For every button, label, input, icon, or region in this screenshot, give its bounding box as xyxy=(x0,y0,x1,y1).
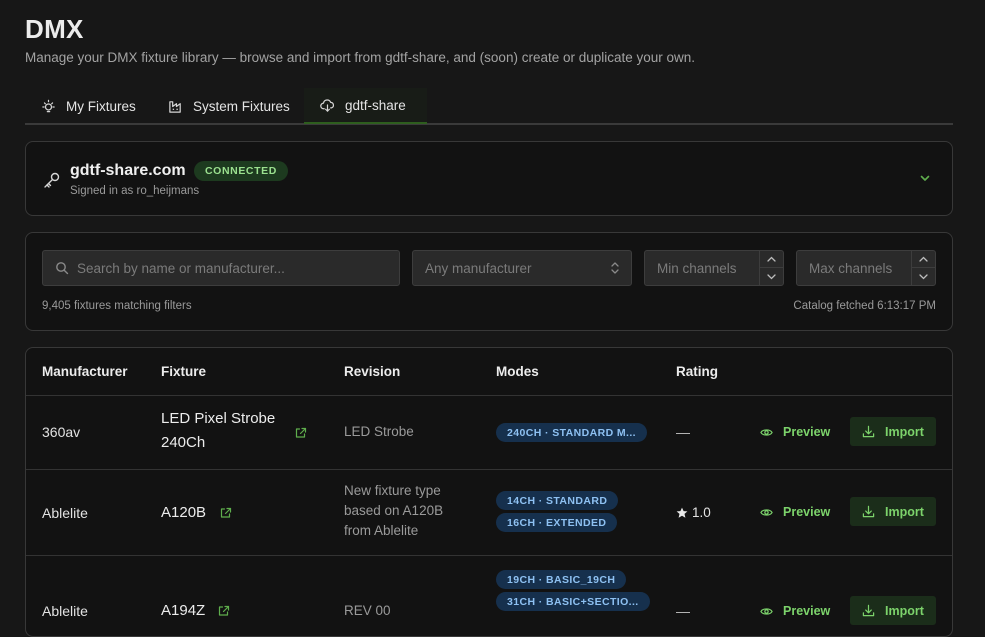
fixture-name-line: LED Pixel Strobe xyxy=(161,410,276,427)
manufacturer-select[interactable]: Any manufacturer xyxy=(412,250,632,286)
fixture-name[interactable]: A120B xyxy=(161,501,206,525)
rating-cell: — xyxy=(676,603,690,619)
page-subtitle: Manage your DMX fixture library — browse… xyxy=(25,50,696,65)
bulb-icon xyxy=(42,99,55,112)
min-channels-input[interactable]: Min channels xyxy=(644,250,784,286)
filters-card: Search by name or manufacturer... Any ma… xyxy=(25,232,953,331)
import-button[interactable]: Import xyxy=(850,417,936,446)
column-header-rating[interactable]: Rating xyxy=(676,364,718,379)
decrement-button[interactable] xyxy=(912,268,935,285)
increment-button[interactable] xyxy=(912,251,935,268)
updown-icon xyxy=(611,262,619,274)
chevron-up-icon xyxy=(919,256,928,262)
mode-badge: 14CH · STANDARD xyxy=(496,491,619,510)
tab-label: My Fixtures xyxy=(66,98,136,114)
eye-icon xyxy=(760,508,773,516)
signed-in-text: Signed in as ro_heijmans xyxy=(70,185,200,197)
star-icon xyxy=(676,507,688,518)
download-icon xyxy=(862,604,875,617)
connection-card[interactable]: gdtf-share.com CONNECTED Signed in as ro… xyxy=(25,141,953,216)
manufacturer-cell: 360av xyxy=(42,424,81,440)
revision-line: based on A120B xyxy=(344,503,444,518)
import-button[interactable]: Import xyxy=(850,497,936,526)
fixture-name-line: A120B xyxy=(161,504,207,521)
revision-line: from Ablelite xyxy=(344,523,419,538)
revision-cell: LED Strobe xyxy=(344,422,414,442)
preview-button[interactable]: Preview xyxy=(760,498,830,526)
tab-label: gdtf-share xyxy=(345,97,406,113)
rating-cell: — xyxy=(676,424,690,440)
mode-badge: 31CH · BASIC+SECTIO... xyxy=(496,592,650,611)
import-button[interactable]: Import xyxy=(850,596,936,625)
fixture-name-line: 240Ch xyxy=(161,434,206,451)
download-icon xyxy=(862,505,875,518)
max-channels-stepper[interactable] xyxy=(911,251,935,285)
max-channels-placeholder: Max channels xyxy=(809,260,893,276)
cloud-download-icon xyxy=(320,98,334,112)
factory-icon xyxy=(169,100,181,113)
search-input[interactable]: Search by name or manufacturer... xyxy=(42,250,400,286)
manufacturer-cell: Ablelite xyxy=(42,603,88,619)
fixture-name[interactable]: LED Pixel Strobe 240Ch xyxy=(161,407,275,455)
chevron-down-icon[interactable] xyxy=(918,171,932,185)
mode-badge: 240CH · STANDARD M... xyxy=(496,423,647,442)
preview-label: Preview xyxy=(783,425,831,439)
import-label: Import xyxy=(885,424,924,439)
revision-line: LED Strobe xyxy=(344,424,414,439)
chevron-down-icon xyxy=(919,273,928,279)
min-channels-placeholder: Min channels xyxy=(657,260,737,276)
tab-system-fixtures[interactable]: System Fixtures xyxy=(168,88,290,124)
search-icon xyxy=(56,262,69,275)
tab-bar: My Fixtures System Fixtures gdtf-share xyxy=(25,88,953,125)
max-channels-input[interactable]: Max channels xyxy=(796,250,936,286)
external-link-icon[interactable] xyxy=(220,507,232,519)
revision-cell: New fixture type based on A120B from Abl… xyxy=(344,481,443,541)
min-channels-stepper[interactable] xyxy=(759,251,783,285)
catalog-fetched: Catalog fetched 6:13:17 PM xyxy=(793,300,936,312)
increment-button[interactable] xyxy=(760,251,783,268)
key-icon xyxy=(44,172,60,188)
column-header-manufacturer[interactable]: Manufacturer xyxy=(42,364,128,379)
revision-line: REV 00 xyxy=(344,603,391,618)
mode-badge: 19CH · BASIC_19CH xyxy=(496,570,627,589)
column-header-revision[interactable]: Revision xyxy=(344,364,400,379)
mode-badge: 16CH · EXTENDED xyxy=(496,513,618,532)
manufacturer-cell: Ablelite xyxy=(42,505,88,521)
revision-line: New fixture type xyxy=(344,483,441,498)
page-title: DMX xyxy=(25,14,84,44)
revision-cell: REV 00 xyxy=(344,601,391,621)
import-label: Import xyxy=(885,603,924,618)
fixture-name[interactable]: A194Z xyxy=(161,599,205,623)
match-count: 9,405 fixtures matching filters xyxy=(42,300,192,312)
download-icon xyxy=(862,425,875,438)
chevron-up-icon xyxy=(767,256,776,262)
table-row[interactable]: Ablelite A120B New fixture type based on… xyxy=(26,470,952,556)
table-row[interactable]: 360av LED Pixel Strobe 240Ch LED Strobe … xyxy=(26,396,952,470)
tab-my-fixtures[interactable]: My Fixtures xyxy=(41,88,136,124)
manufacturer-placeholder: Any manufacturer xyxy=(425,260,532,276)
table-row[interactable]: Ablelite A194Z REV 00 19CH · BASIC_19CH … xyxy=(26,556,952,636)
external-link-icon[interactable] xyxy=(218,605,230,617)
preview-button[interactable]: Preview xyxy=(760,418,830,446)
tab-label: System Fixtures xyxy=(193,98,290,114)
preview-label: Preview xyxy=(783,505,831,519)
column-header-modes[interactable]: Modes xyxy=(496,364,539,379)
preview-label: Preview xyxy=(783,604,831,618)
search-placeholder: Search by name or manufacturer... xyxy=(77,260,285,276)
external-link-icon[interactable] xyxy=(295,427,307,439)
fixture-name-line: A194Z xyxy=(161,602,206,619)
fixtures-table: Manufacturer Fixture Revision Modes Rati… xyxy=(25,347,953,637)
chevron-down-icon xyxy=(767,273,776,279)
tab-gdtf-share[interactable]: gdtf-share xyxy=(304,88,427,124)
connection-name: gdtf-share.com xyxy=(70,162,186,179)
preview-button[interactable]: Preview xyxy=(760,597,830,625)
rating-value: 1.0 xyxy=(692,505,711,520)
eye-icon xyxy=(760,607,773,615)
column-header-fixture[interactable]: Fixture xyxy=(161,364,206,379)
rating-cell: 1.0 xyxy=(676,505,711,520)
eye-icon xyxy=(760,428,773,436)
import-label: Import xyxy=(885,504,924,519)
status-badge: CONNECTED xyxy=(194,161,288,181)
decrement-button[interactable] xyxy=(760,268,783,285)
